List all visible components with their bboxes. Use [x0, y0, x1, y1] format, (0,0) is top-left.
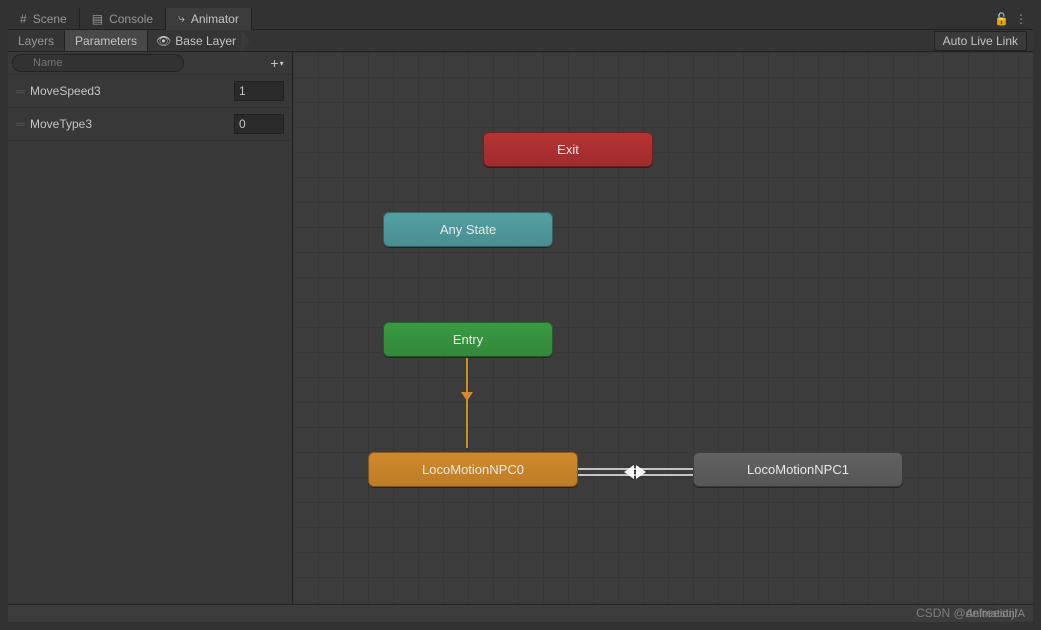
breadcrumb-area: 👁 Base Layer: [148, 30, 934, 51]
scene-icon: #: [20, 12, 27, 26]
sub-toolbar: Layers Parameters 👁 Base Layer Auto Live…: [8, 30, 1033, 52]
graph-canvas[interactable]: Exit Any State Entry LocoMotionNPC0 Loco…: [293, 52, 1033, 604]
drag-handle-icon[interactable]: ═: [16, 117, 30, 131]
breadcrumb: 👁 Base Layer: [148, 30, 250, 51]
param-row[interactable]: ═ MoveType3: [8, 108, 292, 141]
console-icon: ▤: [92, 12, 103, 26]
animator-window: # Scene ▤ Console ⤷ Animator 🔓 ⋮ Layers …: [0, 0, 1041, 630]
watermark: CSDN @defreestijl: [916, 606, 1017, 620]
search-input[interactable]: [12, 54, 184, 72]
tab-right-controls: 🔓 ⋮: [994, 12, 1033, 26]
node-entry[interactable]: Entry: [383, 322, 553, 357]
param-value-input[interactable]: [234, 114, 284, 134]
subtab-parameters[interactable]: Parameters: [65, 30, 148, 51]
animator-icon: ⤷: [178, 11, 185, 26]
footer-status-bar: Animation/A: [8, 604, 1033, 622]
tab-label: Scene: [33, 12, 67, 26]
lock-icon[interactable]: 🔓: [994, 12, 1009, 26]
search-row: 🔍 +▾: [8, 52, 292, 75]
tab-label: Animator: [191, 12, 239, 26]
param-name: MoveSpeed3: [30, 84, 234, 98]
param-row[interactable]: ═ MoveSpeed3: [8, 75, 292, 108]
subtab-label: Layers: [18, 34, 54, 48]
add-parameter-button[interactable]: +▾: [266, 54, 288, 72]
watermark-text: CSDN @defreestijl: [916, 606, 1017, 620]
transition-bidirectional[interactable]: [578, 466, 693, 478]
tab-strip: # Scene ▤ Console ⤷ Animator 🔓 ⋮: [8, 8, 1033, 30]
subtab-layers[interactable]: Layers: [8, 30, 65, 51]
node-anystate[interactable]: Any State: [383, 212, 553, 247]
node-label: LocoMotionNPC0: [422, 462, 524, 477]
node-label: Exit: [557, 142, 579, 157]
tab-animator[interactable]: ⤷ Animator: [166, 8, 252, 30]
auto-live-link-button[interactable]: Auto Live Link: [934, 31, 1027, 51]
eye-icon: 👁: [156, 34, 171, 48]
sub-toolbar-right: Auto Live Link: [934, 30, 1033, 51]
node-label: Entry: [453, 332, 483, 347]
auto-live-label: Auto Live Link: [943, 34, 1018, 48]
crumb-label: Base Layer: [175, 34, 236, 48]
main-area: 🔍 +▾ ═ MoveSpeed3 ═ MoveType3 Exit Any S…: [8, 52, 1033, 604]
node-label: Any State: [440, 222, 496, 237]
node-locomotion-npc1[interactable]: LocoMotionNPC1: [693, 452, 903, 487]
param-name: MoveType3: [30, 117, 234, 131]
drag-handle-icon[interactable]: ═: [16, 84, 30, 98]
chevron-down-icon: ▾: [280, 59, 284, 68]
node-locomotion-npc0[interactable]: LocoMotionNPC0: [368, 452, 578, 487]
transition-arrowhead-icon: [461, 392, 473, 401]
subtab-label: Parameters: [75, 34, 137, 48]
context-menu-icon[interactable]: ⋮: [1015, 12, 1027, 26]
transition-entry-default[interactable]: [466, 358, 468, 448]
node-exit[interactable]: Exit: [483, 132, 653, 167]
transition-arrowhead-icon: [624, 465, 634, 479]
sub-tabs-left: Layers Parameters: [8, 30, 148, 51]
transition-arrowhead-icon: [636, 465, 646, 479]
crumb-baselayer[interactable]: 👁 Base Layer: [148, 30, 250, 51]
parameters-panel: 🔍 +▾ ═ MoveSpeed3 ═ MoveType3: [8, 52, 293, 604]
tab-console[interactable]: ▤ Console: [80, 8, 166, 30]
node-label: LocoMotionNPC1: [747, 462, 849, 477]
search-wrap: 🔍: [12, 54, 262, 72]
param-value-input[interactable]: [234, 81, 284, 101]
tab-scene[interactable]: # Scene: [8, 8, 80, 30]
tab-label: Console: [109, 12, 153, 26]
